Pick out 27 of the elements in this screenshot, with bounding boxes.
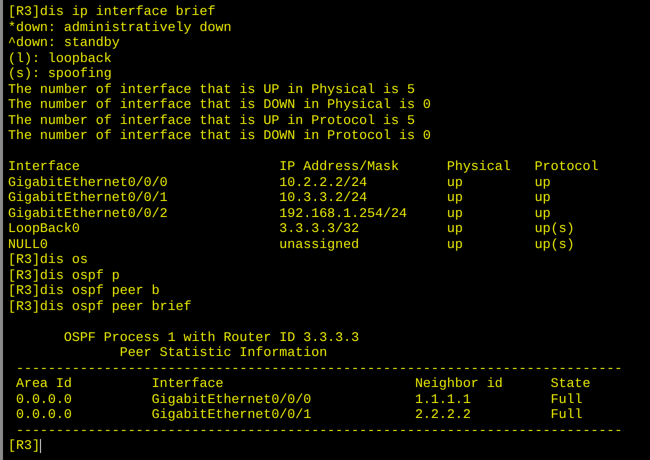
terminal-line: GigabitEthernet0/0/0 10.2.2.2/24 up up [8,174,551,190]
terminal-line: Interface IP Address/Mask Physical Protocol [8,159,598,174]
terminal-line: [R3]dis ospf peer b [8,283,160,298]
terminal-line: (l): loopback [8,50,112,66]
terminal-line: [R3]dis ospf peer brief [8,298,192,314]
terminal-line: 0.0.0.0 GigabitEthernet0/0/0 1.1.1.1 Full [14,392,583,407]
terminal-line: The number of interface that is DOWN in Protocol is 0 [8,128,431,144]
terminal-line: ---------------------------------------------------------------------------- [14,422,622,438]
terminal-line: Peer Statistic Information [118,345,328,360]
terminal-line: NULL0 unassigned up up(s) [8,236,575,252]
terminal-line: (s): spoofing [8,66,112,82]
terminal-line: LoopBack0 3.3.3.3/32 up up(s) [8,221,575,236]
terminal-line: The number of interface that is DOWN in Physical is 0 [8,97,431,112]
terminal-line: ---------------------------------------------------------------------------- [14,360,622,376]
terminal-line: *down: administratively down [8,20,232,35]
terminal-line: GigabitEthernet0/0/2 192.168.1.254/24 up up [8,206,551,221]
command-prompt: [R3] [8,438,40,454]
terminal-line: Area Id Interface Neighbor id State [14,376,590,392]
terminal-line: The number of interface that is UP in Physical is 5 [8,82,415,97]
terminal-line: 0.0.0.0 GigabitEthernet0/0/1 2.2.2.2 Full [14,407,583,422]
terminal-line: OSPF Process 1 with Router ID 3.3.3.3 [62,330,360,345]
terminal-line: GigabitEthernet0/0/1 10.3.3.2/24 up up [8,190,551,206]
terminal-line: [R3]dis ospf p [8,268,120,283]
terminal-line: The number of interface that is UP in Protocol is 5 [8,112,415,128]
terminal-line: [R3]dis os [8,252,88,268]
terminal-line: ^down: standby [8,35,120,50]
terminal-line: [R3]dis ip interface brief [8,4,216,20]
